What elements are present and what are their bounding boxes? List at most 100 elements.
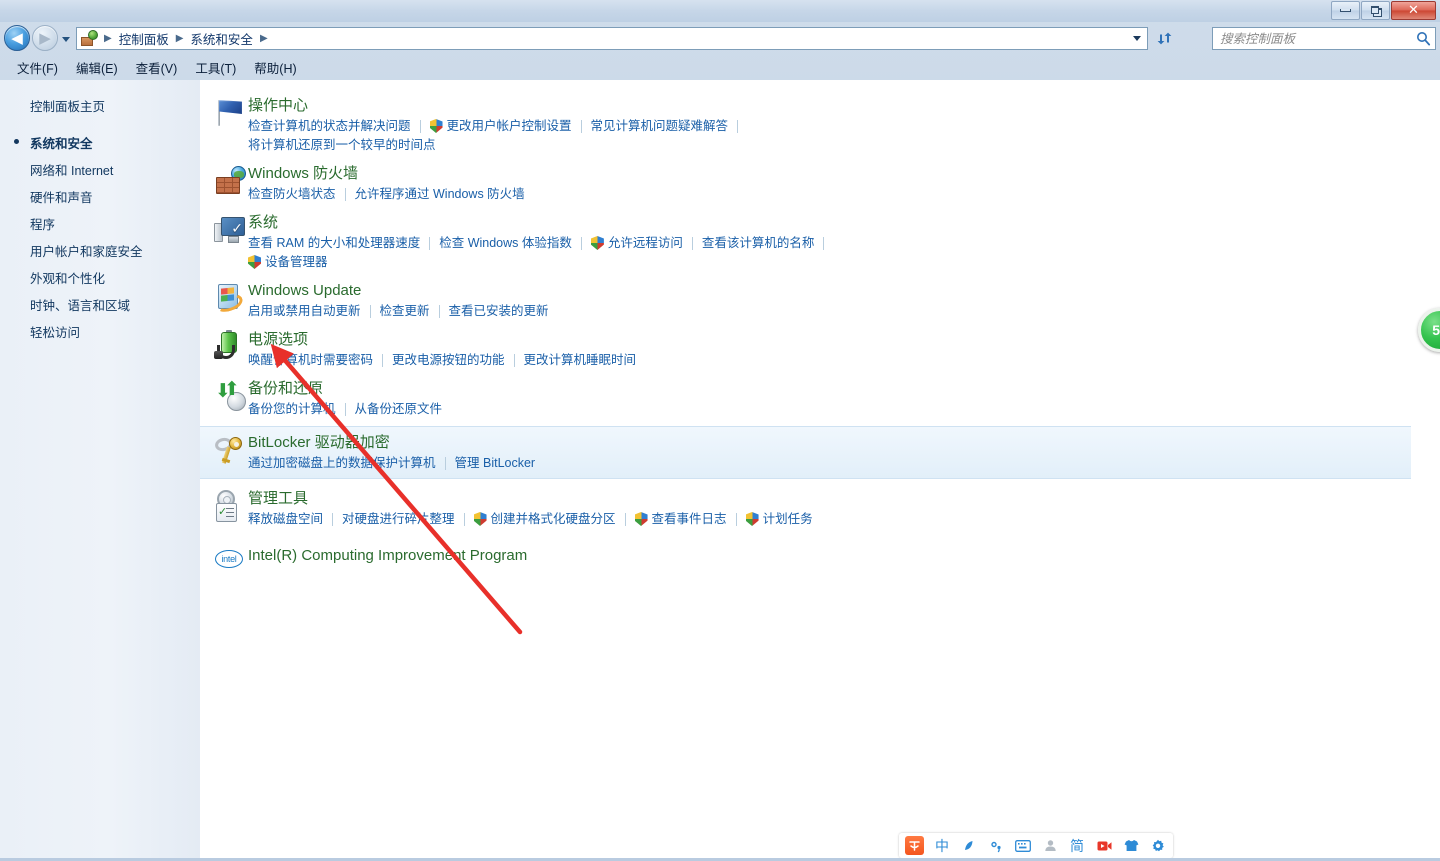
category-title[interactable]: 管理工具 [248,488,1440,509]
link-check-status[interactable]: 检查计算机的状态并解决问题 [248,117,411,135]
link-separator [463,512,465,526]
link-backup-computer[interactable]: 备份您的计算机 [248,400,336,418]
category-action-center[interactable]: 操作中心 检查计算机的状态并解决问题 更改用户帐户控制设置 常见计算机问题疑难解… [200,95,1440,154]
link-defragment[interactable]: 对硬盘进行碎片整理 [342,510,455,528]
user-icon[interactable] [1041,837,1059,855]
sidebar-item-ease-of-access[interactable]: 轻松访问 [0,318,200,345]
category-intel-cip[interactable]: intel Intel(R) Computing Improvement Pro… [200,542,1440,568]
category-title[interactable]: Windows 防火墙 [248,163,1440,184]
link-allow-program[interactable]: 允许程序通过 Windows 防火墙 [355,185,525,203]
moon-icon[interactable] [960,837,978,855]
link-sleep-time[interactable]: 更改计算机睡眠时间 [524,351,637,369]
skin-icon[interactable] [1122,837,1140,855]
link-scheduled-tasks[interactable]: 计划任务 [763,510,813,528]
link-restore-files[interactable]: 从备份还原文件 [355,400,443,418]
screen-recorder-icon[interactable] [1095,837,1113,855]
link-separator [332,512,334,526]
back-button[interactable]: ◀ [4,25,30,51]
flag-icon [214,97,246,129]
sidebar-item-system-and-security[interactable]: 系统和安全 [0,129,200,156]
link-troubleshoot[interactable]: 常见计算机问题疑难解答 [591,117,729,135]
link-protect-with-encryption[interactable]: 通过加密磁盘上的数据保护计算机 [248,454,436,472]
link-separator [429,236,431,250]
address-bar[interactable]: ▶ 控制面板 ▶ 系统和安全 ▶ [76,27,1148,50]
breadcrumb-control-panel[interactable]: 控制面板 [115,27,173,50]
link-separator [624,512,626,526]
breadcrumb-separator[interactable]: ▶ [173,33,187,44]
back-arrow-icon: ◀ [11,28,23,47]
sidebar-item-user-accounts[interactable]: 用户帐户和家庭安全 [0,237,200,264]
link-firewall-status[interactable]: 检查防火墙状态 [248,185,336,203]
link-check-updates[interactable]: 检查更新 [380,302,430,320]
link-power-button[interactable]: 更改电源按钮的功能 [392,351,505,369]
link-experience-index[interactable]: 检查 Windows 体验指数 [439,234,572,252]
sidebar-item-control-panel-home[interactable]: 控制面板主页 [0,92,200,119]
search-box[interactable] [1212,27,1436,50]
sidebar-item-appearance[interactable]: 外观和个性化 [0,264,200,291]
category-title[interactable]: BitLocker 驱动器加密 [248,432,1411,453]
punctuation-icon[interactable] [987,837,1005,855]
breadcrumb-separator-end[interactable]: ▶ [257,33,271,44]
category-title[interactable]: Intel(R) Computing Improvement Program [248,542,1440,566]
category-power-options[interactable]: 电源选项 唤醒计算机时需要密码 更改电源按钮的功能 更改计算机睡眠时间 [200,329,1440,369]
address-dropdown-button[interactable] [1128,28,1145,49]
category-windows-firewall[interactable]: Windows 防火墙 检查防火墙状态 允许程序通过 Windows 防火墙 [200,163,1440,203]
soft-keyboard-icon[interactable] [1014,837,1032,855]
link-create-partitions[interactable]: 创建并格式化硬盘分区 [491,510,616,528]
link-disk-cleanup[interactable]: 释放磁盘空间 [248,510,323,528]
link-event-logs[interactable]: 查看事件日志 [652,510,727,528]
chinese-mode-icon[interactable]: 中 [933,837,951,855]
link-manage-bitlocker[interactable]: 管理 BitLocker [455,454,536,472]
link-installed-updates[interactable]: 查看已安装的更新 [449,302,549,320]
category-system[interactable]: 系统 查看 RAM 的大小和处理器速度 检查 Windows 体验指数 允许远程… [200,212,1440,271]
link-device-manager[interactable]: 设备管理器 [265,253,328,271]
minimize-button[interactable] [1331,1,1360,20]
link-separator [580,236,582,250]
category-title[interactable]: Windows Update [248,280,1440,301]
category-bitlocker[interactable]: BitLocker 驱动器加密 通过加密磁盘上的数据保护计算机 管理 BitLo… [200,426,1411,479]
breadcrumb-system-and-security[interactable]: 系统和安全 [186,27,257,50]
link-remote-access[interactable]: 允许远程访问 [608,234,683,252]
link-auto-update[interactable]: 启用或禁用自动更新 [248,302,361,320]
category-windows-update[interactable]: Windows Update 启用或禁用自动更新 检查更新 查看已安装的更新 [200,280,1440,320]
category-title[interactable]: 备份和还原 [248,378,1440,399]
link-separator [369,304,371,318]
close-button[interactable]: ✕ [1391,1,1436,20]
search-input[interactable] [1220,31,1416,46]
category-title[interactable]: 系统 [248,212,1440,233]
sidebar-item-clock-language-region[interactable]: 时钟、语言和区域 [0,291,200,318]
sogou-logo-icon[interactable] [905,836,924,855]
sidebar-item-label: 外观和个性化 [30,272,106,286]
link-view-ram[interactable]: 查看 RAM 的大小和处理器速度 [248,234,420,252]
link-require-password[interactable]: 唤醒计算机时需要密码 [248,351,373,369]
recent-pages-dropdown[interactable] [60,34,72,44]
admin-tools-icon: ✓ [214,490,246,522]
menu-file[interactable]: 文件(F) [8,55,67,80]
menu-view[interactable]: 查看(V) [127,55,187,80]
category-title[interactable]: 电源选项 [248,329,1440,350]
category-links-row2: 设备管理器 [248,252,1440,271]
settings-gear-icon[interactable] [1149,837,1167,855]
link-separator [735,512,737,526]
control-panel-window: ✕ ◀ ▶ ▶ 控制面板 ▶ 系统和安全 ▶ 搜索控制面板 文件(F) 编辑(E… [0,0,1440,861]
link-separator [382,353,384,367]
menu-edit[interactable]: 编辑(E) [67,55,127,80]
refresh-button[interactable] [1152,28,1176,49]
maximize-button[interactable] [1361,1,1390,20]
link-uac-settings[interactable]: 更改用户帐户控制设置 [447,117,572,135]
sidebar-item-hardware-and-sound[interactable]: 硬件和声音 [0,183,200,210]
simplified-chinese-icon[interactable]: 简 [1068,837,1086,855]
category-links: 通过加密磁盘上的数据保护计算机 管理 BitLocker [248,453,1411,472]
sidebar-item-programs[interactable]: 程序 [0,210,200,237]
link-computer-name[interactable]: 查看该计算机的名称 [702,234,815,252]
category-title[interactable]: 操作中心 [248,95,1440,116]
category-backup-restore[interactable]: ⬇ ⬆ 备份和还原 备份您的计算机 从备份还原文件 [200,378,1440,418]
forward-button[interactable]: ▶ [32,25,58,51]
sidebar-item-network-and-internet[interactable]: 网络和 Internet [0,156,200,183]
forward-arrow-icon: ▶ [39,28,51,47]
minimize-icon [1340,9,1351,12]
menu-help[interactable]: 帮助(H) [245,55,305,80]
category-admin-tools[interactable]: ✓ 管理工具 释放磁盘空间 对硬盘进行碎片整理 创建并格式化硬盘分区 查看事件日… [200,488,1440,528]
link-system-restore[interactable]: 将计算机还原到一个较早的时间点 [248,136,436,154]
menu-tools[interactable]: 工具(T) [186,55,245,80]
